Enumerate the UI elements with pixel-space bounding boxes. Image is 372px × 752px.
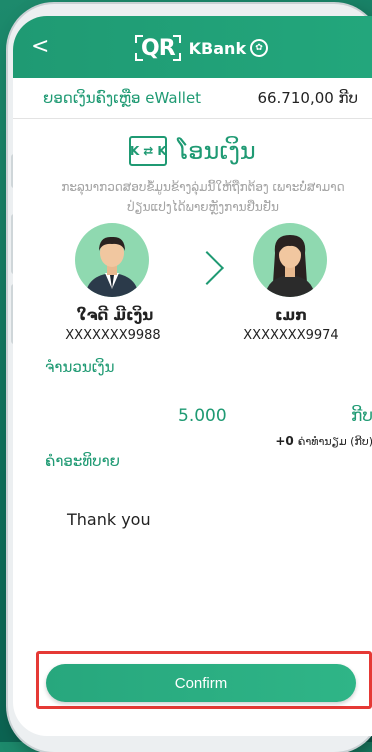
page-title: ໂອນເງິນ bbox=[177, 137, 256, 165]
fee-label: ຄ່າທຳນຽມ (ກີບ) bbox=[297, 435, 372, 448]
amount-label: ຈຳນວນເງິນ bbox=[45, 358, 115, 376]
balance-label: ຍອດເງິນຄົງເຫຼືອ eWallet bbox=[43, 89, 202, 107]
receiver-avatar bbox=[253, 223, 327, 297]
qr-kbank-logo: QR KBank ✿ bbox=[135, 34, 269, 62]
kbank-logo-text: KBank bbox=[188, 38, 247, 58]
receiver-account: XXXXXXX9974 bbox=[243, 328, 339, 343]
female-user-icon bbox=[265, 235, 315, 297]
back-button[interactable]: < bbox=[31, 36, 49, 58]
sender-account: XXXXXXX9988 bbox=[65, 328, 161, 343]
sender-name: ໃຈດີ ມີເງິນ bbox=[76, 306, 154, 324]
sender-avatar bbox=[75, 223, 149, 297]
transfer-title-row: K ⇄ K ໂອນເງິນ bbox=[13, 136, 372, 166]
app-screen: < QR KBank ✿ ຍອດເງິນຄົງເຫຼືອ eWallet 66.… bbox=[13, 16, 372, 736]
transfer-icon: K ⇄ K bbox=[129, 136, 168, 166]
app-header: < QR KBank ✿ bbox=[13, 16, 372, 78]
balance-value: 66.710,00 ກີບ bbox=[257, 89, 358, 107]
fee-info: +0 ຄ່າທຳນຽມ (ກີບ) bbox=[275, 434, 372, 448]
wallet-balance: ຍອດເງິນຄົງເຫຼືອ eWallet 66.710,00 ກີບ bbox=[13, 78, 372, 119]
kbank-leaf-icon: ✿ bbox=[250, 39, 269, 57]
confirm-hint: ກະລຸນາກວດສອບຂໍ້ມູນຂ້າງລຸ່ມນີ້ໃຫ້ຖືກຕ້ອງ … bbox=[43, 177, 363, 217]
fee-value: +0 bbox=[275, 434, 294, 448]
qr-logo: QR bbox=[135, 35, 181, 61]
hint-line: ປ່ຽນແປງໄດ້ພາຍຫຼັງການຢືນຢັນ bbox=[127, 200, 279, 214]
receiver-name: ເມກ bbox=[274, 306, 308, 324]
qr-logo-text: QR bbox=[141, 35, 176, 61]
confirm-button[interactable]: Confirm bbox=[46, 664, 356, 702]
description-text: Thank you bbox=[67, 510, 151, 529]
description-label: ຄຳອະທິບາຍ bbox=[45, 452, 120, 470]
amount-value: 5.000 bbox=[178, 406, 227, 426]
transfer-arrow-icon bbox=[190, 251, 224, 285]
hint-line: ກະລຸນາກວດສອບຂໍ້ມູນຂ້າງລຸ່ມນີ້ໃຫ້ຖືກຕ້ອງ … bbox=[61, 180, 345, 194]
male-user-icon bbox=[85, 236, 139, 297]
amount-currency: ກີບ bbox=[350, 406, 372, 426]
